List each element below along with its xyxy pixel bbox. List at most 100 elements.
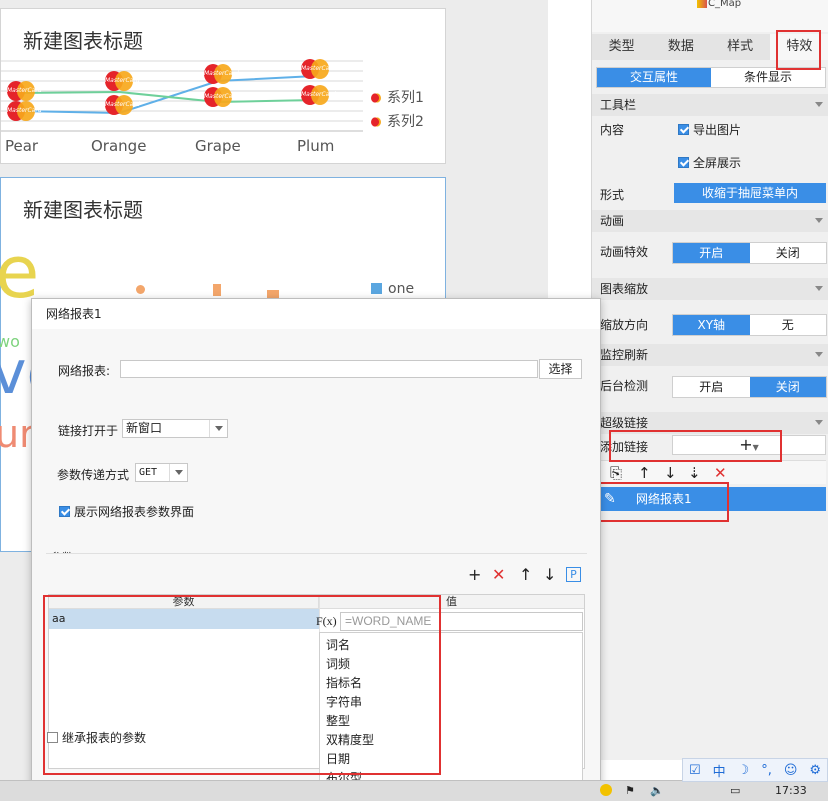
- animation-on-option[interactable]: 开启: [673, 243, 750, 263]
- ime-language-icon[interactable]: 中: [713, 761, 726, 780]
- animation-toggle: 开启 关闭: [672, 242, 827, 264]
- zoom-direction-label: 缩放方向: [600, 318, 649, 332]
- dropdown-option[interactable]: 词频: [320, 655, 582, 674]
- refresh-on-option[interactable]: 开启: [673, 377, 750, 397]
- property-panel: C_Map 类型 数据 样式 特效 交互属性 条件显示 工具栏 内容 导出图片 …: [591, 0, 828, 760]
- refresh-off-option[interactable]: 关闭: [749, 377, 826, 397]
- dropdown-option[interactable]: 日期: [320, 750, 582, 769]
- formula-icon[interactable]: F(x): [316, 612, 338, 631]
- section-animation[interactable]: 动画: [592, 210, 828, 232]
- tab-effects[interactable]: 特效: [769, 34, 828, 60]
- move-down-icon[interactable]: ↓: [664, 463, 677, 483]
- tab-interaction[interactable]: 交互属性: [597, 68, 711, 87]
- hyperlink-dialog: 网络报表1 网络报表: 选择 链接打开于 新窗口 参数传递方式 GET 展示网络…: [31, 298, 601, 801]
- collapse-caret-icon: [815, 218, 823, 223]
- x-tick-label: Orange: [91, 137, 147, 155]
- link-toolbar: ⎘ ↑ ↓ ⇣ ✕: [594, 460, 826, 484]
- section-zoom[interactable]: 图表缩放: [592, 278, 828, 300]
- param-method-select[interactable]: GET: [135, 463, 188, 482]
- select-button[interactable]: 选择: [539, 359, 582, 379]
- widget-name: C_Map: [708, 0, 742, 9]
- content-label: 内容: [600, 123, 625, 137]
- collapse-caret-icon: [815, 102, 823, 107]
- tab-style[interactable]: 样式: [711, 34, 770, 60]
- series-1-marker: MasterCard: [204, 64, 239, 84]
- notification-icon[interactable]: [600, 784, 612, 796]
- chart-title: 新建图表标题: [23, 198, 143, 222]
- add-link-button[interactable]: +▼: [672, 435, 826, 455]
- checkbox-checked-icon: [678, 124, 689, 135]
- legend-series-one: one: [371, 281, 414, 297]
- animation-label: 动画特效: [600, 245, 649, 259]
- flag-icon[interactable]: ⚑: [625, 784, 635, 797]
- chevron-down-icon: [209, 420, 227, 437]
- dropdown-option[interactable]: 词名: [320, 636, 582, 655]
- main-tabs: 类型 数据 样式 特效: [592, 34, 828, 60]
- checkbox-unchecked-icon: [47, 732, 58, 743]
- zoom-direction-toggle: XY轴 无: [672, 314, 827, 336]
- column-header-param: 参数: [49, 595, 319, 608]
- section-hyperlink[interactable]: 超级链接: [592, 412, 828, 434]
- map-icon: [697, 0, 707, 8]
- form-select[interactable]: 收缩于抽屉菜单内: [674, 183, 826, 203]
- move-down-icon[interactable]: ↓: [543, 566, 556, 584]
- legend-square-icon: [371, 283, 382, 294]
- series-2-marker: MasterCard: [105, 71, 140, 91]
- open-in-select[interactable]: 新窗口: [122, 419, 228, 438]
- ime-switch-icon[interactable]: ☑: [689, 763, 701, 778]
- move-up-icon[interactable]: ↑: [519, 566, 532, 584]
- export-image-checkbox[interactable]: 导出图片: [678, 121, 741, 138]
- volume-icon[interactable]: 🔈: [650, 784, 664, 797]
- app-window: { "canvas": { "chart1": { "title": "新建图表…: [0, 0, 828, 801]
- line-chart-widget[interactable]: 新建图表标题 MasterCard MasterCard MasterCard …: [0, 8, 446, 164]
- checkbox-checked-icon: [678, 157, 689, 168]
- animation-off-option[interactable]: 关闭: [750, 243, 827, 263]
- section-refresh[interactable]: 监控刷新: [592, 344, 828, 366]
- chevron-down-icon: [169, 464, 187, 481]
- chevron-down-icon: ▼: [752, 443, 759, 452]
- hyperlink-list-item[interactable]: ✎ 网络报表1: [596, 487, 826, 511]
- zoom-none-option[interactable]: 无: [750, 315, 827, 335]
- copy-icon[interactable]: ⎘: [610, 463, 622, 483]
- value-type-dropdown: 词名 词频 指标名 字符串 整型 双精度型 日期 布尔型 公式: [319, 632, 583, 800]
- value-input[interactable]: =WORD_NAME: [340, 612, 583, 631]
- legend-series-1: 系列1: [371, 87, 424, 107]
- tab-conditional-display[interactable]: 条件显示: [711, 68, 825, 87]
- ime-punctuation-icon[interactable]: °,: [761, 763, 772, 778]
- plus-icon: +: [739, 435, 753, 454]
- ime-settings-icon[interactable]: ⚙: [809, 763, 821, 778]
- edit-icon[interactable]: ✎: [604, 487, 616, 511]
- parameter-icon[interactable]: P: [566, 567, 581, 582]
- dropdown-option[interactable]: 整型: [320, 712, 582, 731]
- report-input[interactable]: [120, 360, 538, 378]
- tab-type[interactable]: 类型: [592, 34, 651, 60]
- section-toolbar[interactable]: 工具栏: [592, 94, 828, 116]
- inherit-params-checkbox[interactable]: 继承报表的参数: [47, 729, 146, 746]
- x-tick-label: Grape: [195, 137, 241, 155]
- param-method-label: 参数传递方式: [57, 468, 130, 482]
- zoom-xy-option[interactable]: XY轴: [673, 315, 750, 335]
- move-up-icon[interactable]: ↑: [638, 463, 651, 483]
- table-row[interactable]: aa: [49, 609, 319, 629]
- word-cloud-fragment: [213, 284, 221, 296]
- fullscreen-checkbox[interactable]: 全屏展示: [678, 154, 741, 171]
- dropdown-option[interactable]: 字符串: [320, 693, 582, 712]
- network-icon[interactable]: ▭: [730, 784, 740, 797]
- dialog-title: 网络报表1: [32, 299, 600, 329]
- series-1-marker: MasterCard: [7, 81, 42, 101]
- ime-moon-icon[interactable]: ☽: [738, 763, 750, 778]
- move-bottom-icon[interactable]: ⇣: [688, 463, 701, 483]
- show-params-checkbox[interactable]: 展示网络报表参数界面: [59, 503, 194, 520]
- series-2-marker: MasterCard: [204, 87, 239, 107]
- x-tick-label: Plum: [297, 137, 335, 155]
- word-cloud-fragment: [267, 290, 279, 298]
- delete-icon[interactable]: ✕: [714, 463, 727, 483]
- ime-user-icon[interactable]: ☺: [784, 763, 798, 778]
- tab-data[interactable]: 数据: [651, 34, 710, 60]
- taskbar: ⚑ 🔈 ▭ 17:33: [0, 780, 828, 801]
- dropdown-option[interactable]: 指标名: [320, 674, 582, 693]
- dropdown-option[interactable]: 双精度型: [320, 731, 582, 750]
- delete-param-icon[interactable]: ✕: [492, 566, 505, 584]
- collapse-caret-icon: [815, 286, 823, 291]
- add-param-icon[interactable]: +: [468, 566, 481, 584]
